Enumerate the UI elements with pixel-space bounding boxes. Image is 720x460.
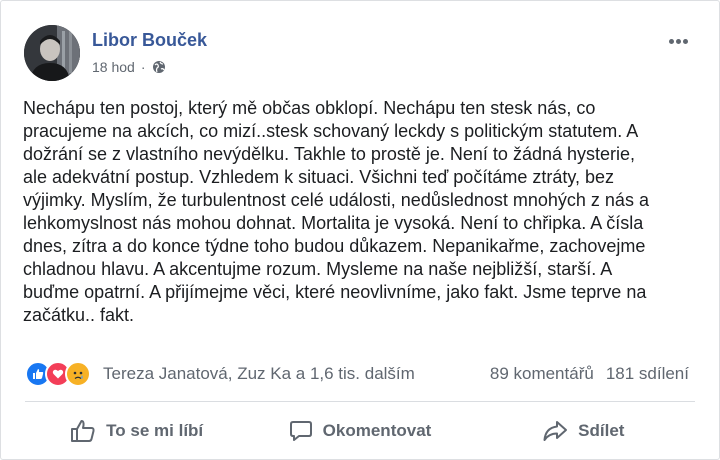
comment-button-label: Okomentovat [322,421,432,440]
share-button[interactable]: Sdílet [472,409,695,453]
post-text: Nechápu ten postoj, který mě občas obklo… [23,98,649,325]
meta-separator: · [140,59,146,75]
action-bar: To se mi líbí Okomentovat Sdílet [25,409,695,453]
avatar[interactable] [24,25,80,81]
like-button-label: To se mi líbí [106,421,204,440]
more-dot [669,39,674,44]
globe-icon[interactable] [152,60,166,74]
share-icon [543,421,568,441]
author-name[interactable]: Libor Bouček [92,30,207,51]
reaction-icons[interactable] [25,361,91,387]
post-header: Libor Bouček 18 hod · [24,25,699,85]
post-card: Libor Bouček 18 hod · Nechápu ten postoj… [0,0,720,460]
comment-icon [289,421,312,441]
share-button-label: Sdílet [578,421,625,440]
more-dot [676,39,681,44]
sad-reaction-icon [65,361,91,387]
thumbs-up-icon [71,420,95,442]
post-time[interactable]: 18 hod [92,59,135,75]
post-meta: 18 hod · [92,59,166,75]
post-stats: Tereza Janatová, Zuz Ka a 1,6 tis. další… [25,361,689,389]
reaction-names[interactable]: Tereza Janatová, Zuz Ka a 1,6 tis. další… [103,364,415,384]
more-options-icon[interactable] [669,31,693,51]
comments-count[interactable]: 89 komentářů [490,364,594,384]
comment-button[interactable]: Okomentovat [248,409,471,453]
shares-count[interactable]: 181 sdílení [606,364,689,384]
engagement-counts: 89 komentářů 181 sdílení [490,364,689,384]
like-button[interactable]: To se mi líbí [25,409,248,453]
divider [25,401,695,402]
more-dot [683,39,688,44]
avatar-photo-icon [24,25,80,81]
